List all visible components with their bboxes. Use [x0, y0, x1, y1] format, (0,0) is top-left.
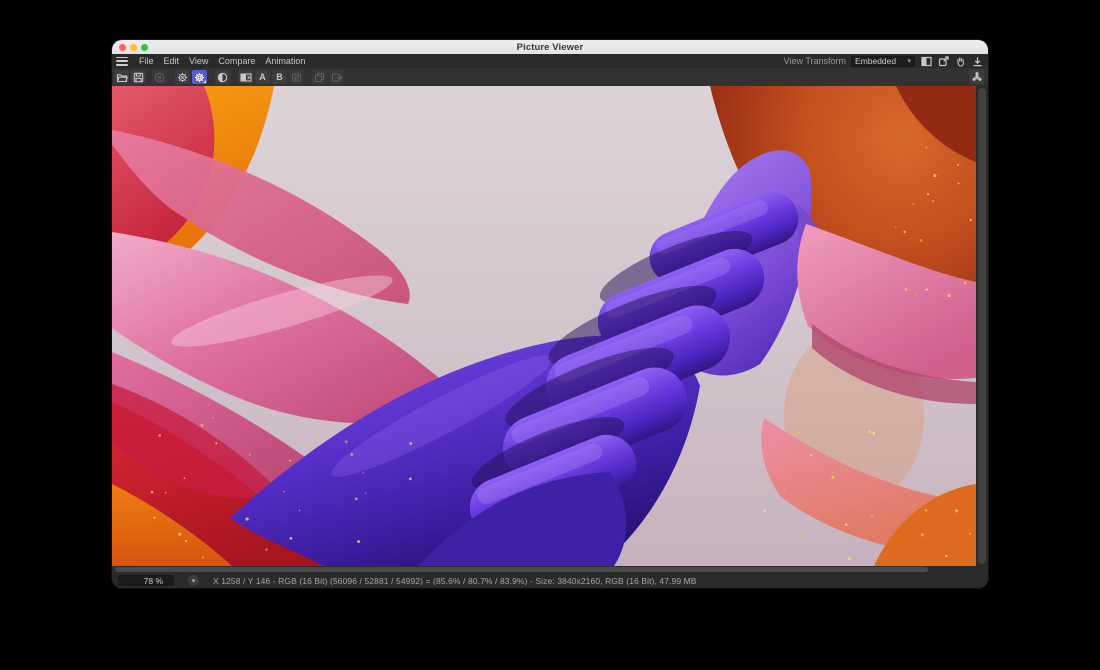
menu-edit[interactable]: Edit — [159, 56, 185, 66]
version-a-button[interactable]: A — [255, 70, 270, 84]
render-settings-button[interactable] — [175, 70, 190, 84]
view-transform-label: View Transform — [784, 56, 846, 66]
box-arrow-icon — [331, 72, 343, 83]
ab-compare-button[interactable] — [238, 70, 253, 84]
menu-file[interactable]: File — [134, 56, 159, 66]
chevron-down-icon: ▾ — [192, 577, 196, 585]
version-a-label: A — [259, 72, 266, 82]
folder-icon — [116, 72, 128, 83]
window-title: Picture Viewer — [112, 42, 988, 53]
split-view-icon[interactable] — [920, 55, 932, 67]
menu-animation[interactable]: Animation — [260, 56, 310, 66]
version-b-label: B — [276, 72, 283, 82]
pixel-info-text: X 1258 / Y 146 - RGB (16 Bit) (56096 / 5… — [213, 576, 697, 586]
save-button[interactable] — [131, 70, 146, 84]
zoom-preset-dropdown[interactable]: ▾ — [188, 575, 199, 586]
picture-viewer-window: Picture Viewer File Edit View Compare An… — [112, 40, 988, 588]
titlebar[interactable]: Picture Viewer — [112, 40, 988, 54]
gear-x-icon — [177, 72, 188, 83]
node-material-button[interactable] — [969, 70, 984, 84]
filter-settings-button[interactable] — [192, 70, 207, 84]
node-material-icon — [971, 71, 983, 83]
rendered-image — [112, 86, 976, 566]
view-transform-dropdown[interactable]: Embedded ▾ — [851, 56, 915, 67]
vertical-scrollbar[interactable] — [976, 86, 988, 566]
desktop-background: Picture Viewer File Edit View Compare An… — [0, 0, 1100, 670]
toolbar: A B — [112, 68, 988, 86]
download-icon[interactable] — [971, 55, 983, 67]
menu-view[interactable]: View — [184, 56, 213, 66]
view-transform-value: Embedded — [855, 56, 896, 66]
version-b-button[interactable]: B — [272, 70, 287, 84]
scrollbar-corner — [976, 566, 988, 573]
menu-bar: File Edit View Compare Animation View Tr… — [112, 54, 988, 68]
copy-layers-button — [312, 70, 327, 84]
vertical-scrollbar-thumb[interactable] — [978, 88, 986, 564]
save-icon — [133, 72, 144, 83]
contrast-button[interactable] — [215, 70, 230, 84]
layers-copy-icon — [314, 72, 325, 83]
menu-compare[interactable]: Compare — [213, 56, 260, 66]
pan-hand-icon[interactable] — [954, 55, 966, 67]
close-circle-icon — [154, 72, 165, 83]
ab-split-icon — [240, 72, 252, 83]
swap-versions-button — [289, 70, 304, 84]
horizontal-scrollbar-thumb[interactable] — [115, 567, 928, 572]
open-folder-button[interactable] — [114, 70, 129, 84]
swap-icon — [291, 72, 302, 83]
horizontal-scrollbar[interactable] — [112, 566, 976, 573]
zoom-level-input[interactable] — [118, 575, 174, 586]
status-bar: ▾ X 1258 / Y 146 - RGB (16 Bit) (56096 /… — [112, 573, 988, 588]
image-canvas[interactable] — [112, 86, 976, 566]
palette-menu-icon[interactable] — [116, 57, 128, 66]
export-button — [329, 70, 344, 84]
flyout-corner-icon — [203, 80, 206, 83]
contrast-icon — [217, 72, 228, 83]
open-external-icon[interactable] — [937, 55, 949, 67]
chevron-down-icon: ▾ — [907, 58, 911, 65]
close-result-button — [152, 70, 167, 84]
